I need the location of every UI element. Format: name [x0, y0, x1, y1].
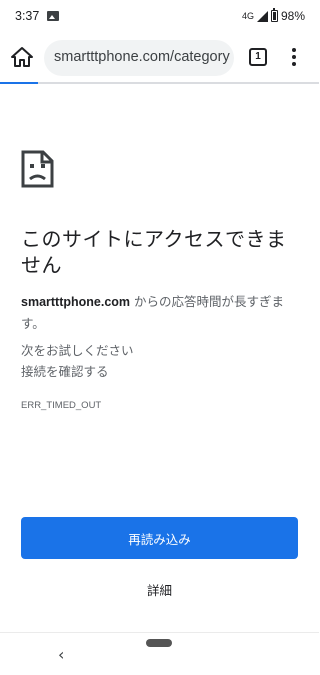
status-indicators: 4G 98% [241, 8, 305, 23]
url-text: smartttphone.com/category [54, 49, 230, 65]
page-load-progress [0, 82, 38, 84]
sad-page-icon [21, 150, 54, 188]
home-icon [11, 47, 33, 67]
home-button[interactable] [10, 45, 34, 69]
network-type: 4G [241, 11, 254, 21]
suggestions-heading: 次をお試しください [21, 343, 134, 358]
back-icon[interactable]: ‹ [58, 645, 64, 664]
page-load-track [0, 82, 319, 84]
tab-count: 1 [255, 51, 261, 62]
nav-divider [0, 632, 319, 633]
status-time: 3:37 [15, 9, 40, 23]
details-button[interactable]: 詳細 [0, 580, 319, 599]
battery-percent: 98% [280, 9, 305, 23]
more-vert-icon[interactable] [288, 46, 300, 68]
error-host: smartttphone.com [21, 295, 131, 309]
signal-icon [256, 10, 268, 22]
home-gesture-pill[interactable] [146, 639, 172, 647]
error-title: このサイトにアクセスできません [21, 227, 287, 277]
url-bar[interactable]: smartttphone.com/category [44, 40, 234, 76]
browser-toolbar: smartttphone.com/category 1 [0, 33, 319, 83]
photo-icon [47, 11, 59, 21]
error-message: smartttphone.com からの応答時間が長すぎます。 [21, 291, 299, 334]
status-bar: 3:37 4G 98% [0, 0, 319, 33]
error-code: ERR_TIMED_OUT [21, 400, 102, 411]
tab-switcher-button[interactable]: 1 [249, 48, 267, 66]
battery-icon [270, 8, 278, 22]
reload-button[interactable]: 再読み込み [21, 517, 298, 559]
check-connection-suggestion: 接続を確認する [21, 364, 109, 379]
